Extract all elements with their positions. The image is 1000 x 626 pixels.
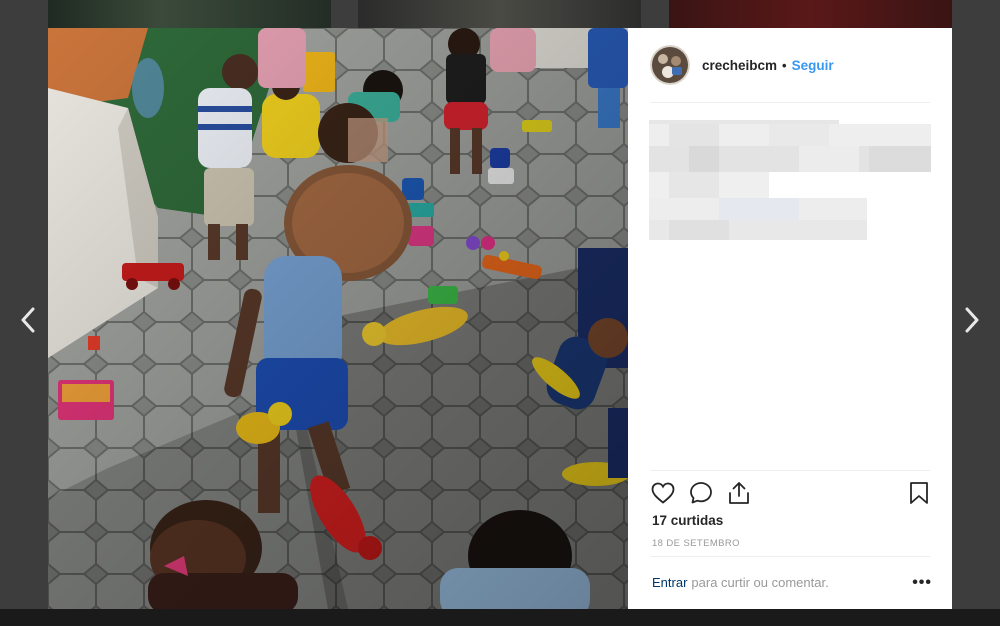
more-options-button[interactable]: ••• (912, 574, 932, 590)
post-date[interactable]: 18 DE SETEMBRO (652, 538, 740, 549)
post-details-panel: crecheibcm • Seguir 17 curtidas 18 DE SE… (628, 28, 952, 609)
share-button[interactable] (726, 480, 752, 506)
bottom-strip (0, 609, 1000, 626)
previous-post-thumbnail[interactable] (48, 0, 331, 28)
adjacent-post-thumbnail[interactable] (358, 0, 641, 28)
username-link[interactable]: crecheibcm (702, 58, 777, 73)
likes-count[interactable]: 17 curtidas (652, 513, 723, 528)
header-divider (650, 102, 930, 103)
share-icon (729, 482, 749, 504)
post-header: crecheibcm • Seguir (650, 43, 834, 87)
chevron-left-icon (21, 307, 35, 333)
save-button[interactable] (906, 480, 932, 506)
previous-post-button[interactable] (10, 300, 46, 340)
like-button[interactable] (650, 480, 676, 506)
bookmark-icon (910, 482, 928, 504)
post-photo[interactable] (48, 28, 628, 609)
actions-divider (650, 470, 930, 471)
follow-button[interactable]: Seguir (792, 58, 834, 73)
obscured-caption (649, 120, 931, 242)
avatar[interactable] (650, 45, 690, 85)
chevron-right-icon (965, 307, 979, 333)
comment-prompt-text: para curtir ou comentar. (691, 575, 829, 590)
next-post-button[interactable] (954, 300, 990, 340)
header-separator: • (782, 57, 787, 73)
avatar-image (650, 45, 690, 85)
comment-button[interactable] (688, 480, 714, 506)
post-modal-overlay: crecheibcm • Seguir 17 curtidas 18 DE SE… (0, 0, 1000, 626)
post-card: crecheibcm • Seguir 17 curtidas 18 DE SE… (48, 28, 952, 609)
comment-login-row: Entrar para curtir ou comentar. ••• (652, 574, 932, 590)
photo-scene (48, 28, 628, 609)
comment-divider (650, 556, 930, 557)
post-actions (650, 478, 932, 508)
login-link[interactable]: Entrar (652, 575, 687, 590)
heart-icon (651, 482, 675, 504)
comment-icon (690, 482, 712, 504)
next-post-thumbnail[interactable] (669, 0, 952, 28)
